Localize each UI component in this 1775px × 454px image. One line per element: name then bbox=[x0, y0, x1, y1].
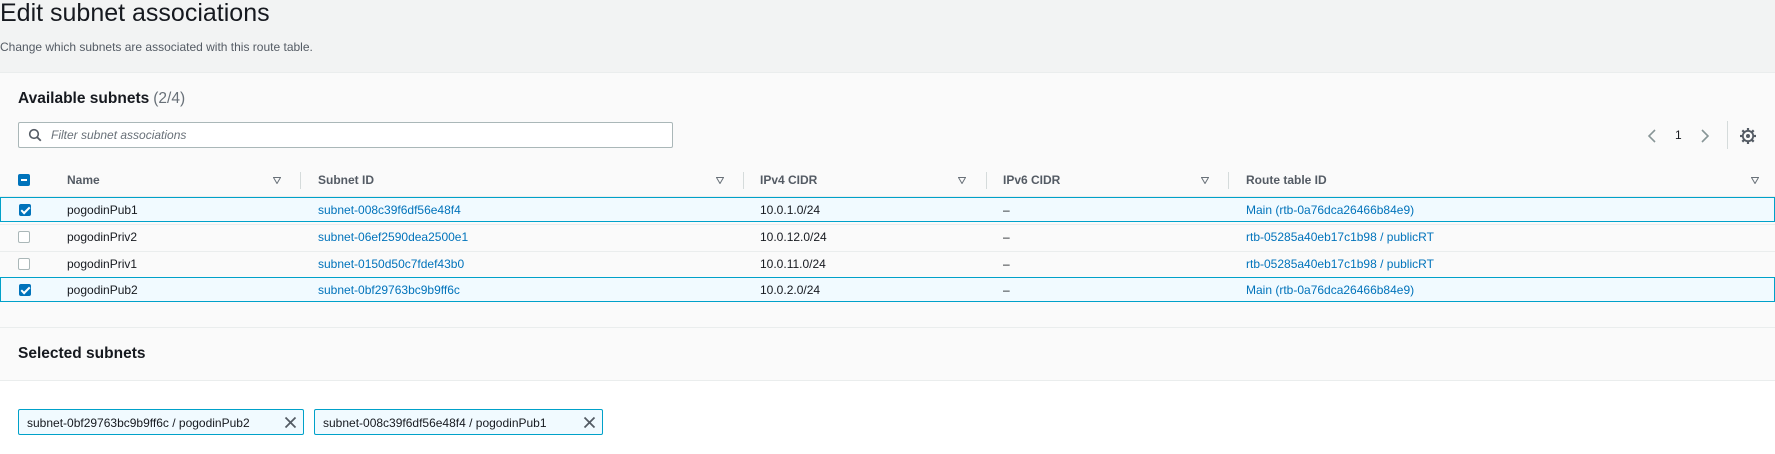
close-icon[interactable] bbox=[583, 416, 596, 429]
sort-down-icon[interactable] bbox=[1201, 177, 1209, 184]
row-ipv6: – bbox=[1003, 257, 1010, 271]
row-subnet-id-link[interactable]: subnet-008c39f6df56e48f4 bbox=[318, 203, 461, 217]
row-ipv4: 10.0.1.0/24 bbox=[760, 203, 821, 217]
row-checkbox[interactable] bbox=[19, 204, 31, 216]
available-subnets-count: (2/4) bbox=[153, 90, 186, 107]
search-icon bbox=[28, 128, 42, 142]
sort-down-icon[interactable] bbox=[1751, 177, 1759, 184]
row-checkbox[interactable] bbox=[18, 231, 30, 243]
row-name: pogodinPriv1 bbox=[67, 257, 138, 271]
row-subnet-id-link[interactable]: subnet-0150d50c7fdef43b0 bbox=[318, 257, 464, 271]
gear-icon[interactable] bbox=[1739, 127, 1757, 145]
page-header: Edit subnet associations Change which su… bbox=[0, 0, 1775, 72]
chevron-right-icon[interactable] bbox=[1698, 127, 1712, 145]
row-route-table-link[interactable]: rtb-05285a40eb17c1b98 / publicRT bbox=[1246, 257, 1434, 271]
table-row[interactable]: pogodinPub1 subnet-008c39f6df56e48f4 10.… bbox=[0, 197, 1775, 222]
column-header-ipv4[interactable]: IPv4 CIDR bbox=[760, 163, 817, 197]
close-icon[interactable] bbox=[284, 416, 297, 429]
column-header-ipv6[interactable]: IPv6 CIDR bbox=[1003, 163, 1060, 197]
filter-input[interactable] bbox=[51, 125, 651, 145]
row-ipv6: – bbox=[1003, 283, 1010, 297]
row-ipv6: – bbox=[1003, 230, 1010, 244]
available-subnets-panel: Available subnets(2/4) 1 Name Subnet bbox=[0, 72, 1775, 327]
column-header-subnet-id[interactable]: Subnet ID bbox=[318, 163, 374, 197]
column-divider[interactable] bbox=[300, 172, 301, 189]
selected-subnets-title: Selected subnets bbox=[18, 345, 146, 362]
selected-subnet-token: subnet-008c39f6df56e48f4 / pogodinPub1 bbox=[314, 409, 603, 435]
row-name: pogodinPub1 bbox=[67, 203, 138, 217]
row-ipv4: 10.0.2.0/24 bbox=[760, 283, 821, 297]
row-route-table-link[interactable]: rtb-05285a40eb17c1b98 / publicRT bbox=[1246, 230, 1434, 244]
page-description: Change which subnets are associated with… bbox=[0, 40, 313, 54]
column-header-route-table[interactable]: Route table ID bbox=[1246, 163, 1327, 197]
column-divider[interactable] bbox=[986, 172, 987, 189]
selected-subnet-token: subnet-0bf29763bc9b9ff6c / pogodinPub2 bbox=[18, 409, 304, 435]
filter-box[interactable] bbox=[18, 122, 673, 148]
token-label: subnet-008c39f6df56e48f4 / pogodinPub1 bbox=[323, 416, 547, 430]
sort-down-icon[interactable] bbox=[716, 177, 724, 184]
row-ipv6: – bbox=[1003, 203, 1010, 217]
chevron-left-icon[interactable] bbox=[1645, 127, 1659, 145]
table-row[interactable]: pogodinPriv2 subnet-06ef2590dea2500e1 10… bbox=[0, 224, 1775, 249]
pager-divider bbox=[1727, 121, 1728, 149]
available-subnets-title: Available subnets (2/4) bbox=[18, 90, 185, 108]
selected-subnets-panel: Selected subnets subnet-0bf29763bc9b9ff6… bbox=[0, 327, 1775, 454]
available-subnets-heading: Available subnets bbox=[18, 90, 150, 107]
row-route-table-link[interactable]: Main (rtb-0a76dca26466b84e9) bbox=[1246, 283, 1414, 297]
row-subnet-id-link[interactable]: subnet-06ef2590dea2500e1 bbox=[318, 230, 468, 244]
selected-subnets-header: Selected subnets bbox=[0, 328, 1775, 381]
row-ipv4: 10.0.11.0/24 bbox=[760, 257, 826, 271]
table-row[interactable]: pogodinPub2 subnet-0bf29763bc9b9ff6c 10.… bbox=[0, 277, 1775, 302]
token-label: subnet-0bf29763bc9b9ff6c / pogodinPub2 bbox=[27, 416, 250, 430]
sort-down-icon[interactable] bbox=[958, 177, 966, 184]
page-number[interactable]: 1 bbox=[1675, 128, 1682, 142]
select-all-checkbox[interactable] bbox=[18, 174, 30, 186]
column-divider[interactable] bbox=[743, 172, 744, 189]
table-header: Name Subnet ID IPv4 CIDR IPv6 CIDR Route… bbox=[0, 163, 1775, 197]
row-name: pogodinPub2 bbox=[67, 283, 138, 297]
sort-down-icon[interactable] bbox=[273, 177, 281, 184]
row-route-table-link[interactable]: Main (rtb-0a76dca26466b84e9) bbox=[1246, 203, 1414, 217]
column-divider[interactable] bbox=[1228, 172, 1229, 189]
table-row[interactable]: pogodinPriv1 subnet-0150d50c7fdef43b0 10… bbox=[0, 251, 1775, 276]
column-header-name[interactable]: Name bbox=[67, 163, 100, 197]
row-ipv4: 10.0.12.0/24 bbox=[760, 230, 827, 244]
row-subnet-id-link[interactable]: subnet-0bf29763bc9b9ff6c bbox=[318, 283, 460, 297]
row-checkbox[interactable] bbox=[18, 258, 30, 270]
page-title: Edit subnet associations bbox=[0, 0, 270, 27]
row-checkbox[interactable] bbox=[19, 284, 31, 296]
row-name: pogodinPriv2 bbox=[67, 230, 138, 244]
